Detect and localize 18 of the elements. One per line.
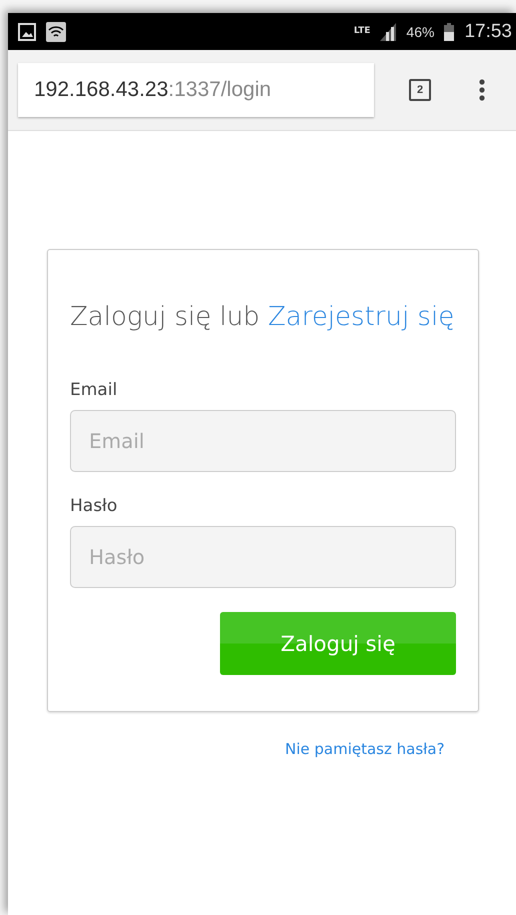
login-heading: Zaloguj się lub — [70, 302, 260, 332]
input-field[interactable]: Email — [70, 410, 456, 472]
battery-icon — [444, 22, 454, 40]
wifi-icon — [46, 22, 66, 42]
battery-percent: 46% — [406, 24, 434, 40]
login-button[interactable]: Zaloguj się — [220, 612, 456, 675]
register-link[interactable]: Zarejestruj się — [268, 302, 454, 332]
signal-icon — [380, 22, 396, 40]
network-type: LTE — [354, 27, 370, 36]
field-label: Email — [70, 380, 118, 400]
menu-icon[interactable] — [479, 79, 485, 101]
clock-time: 17:53 — [464, 20, 512, 42]
forgot-password-link[interactable]: Nie pamiętasz hasła? — [285, 740, 445, 758]
picture-icon — [18, 22, 36, 40]
field-label: Hasło — [70, 496, 118, 516]
address-bar[interactable]: 192.168.43.23:1337/login — [18, 63, 374, 117]
tab-switcher-button[interactable]: 2 — [409, 79, 431, 101]
input-field[interactable]: Hasło — [70, 526, 456, 588]
